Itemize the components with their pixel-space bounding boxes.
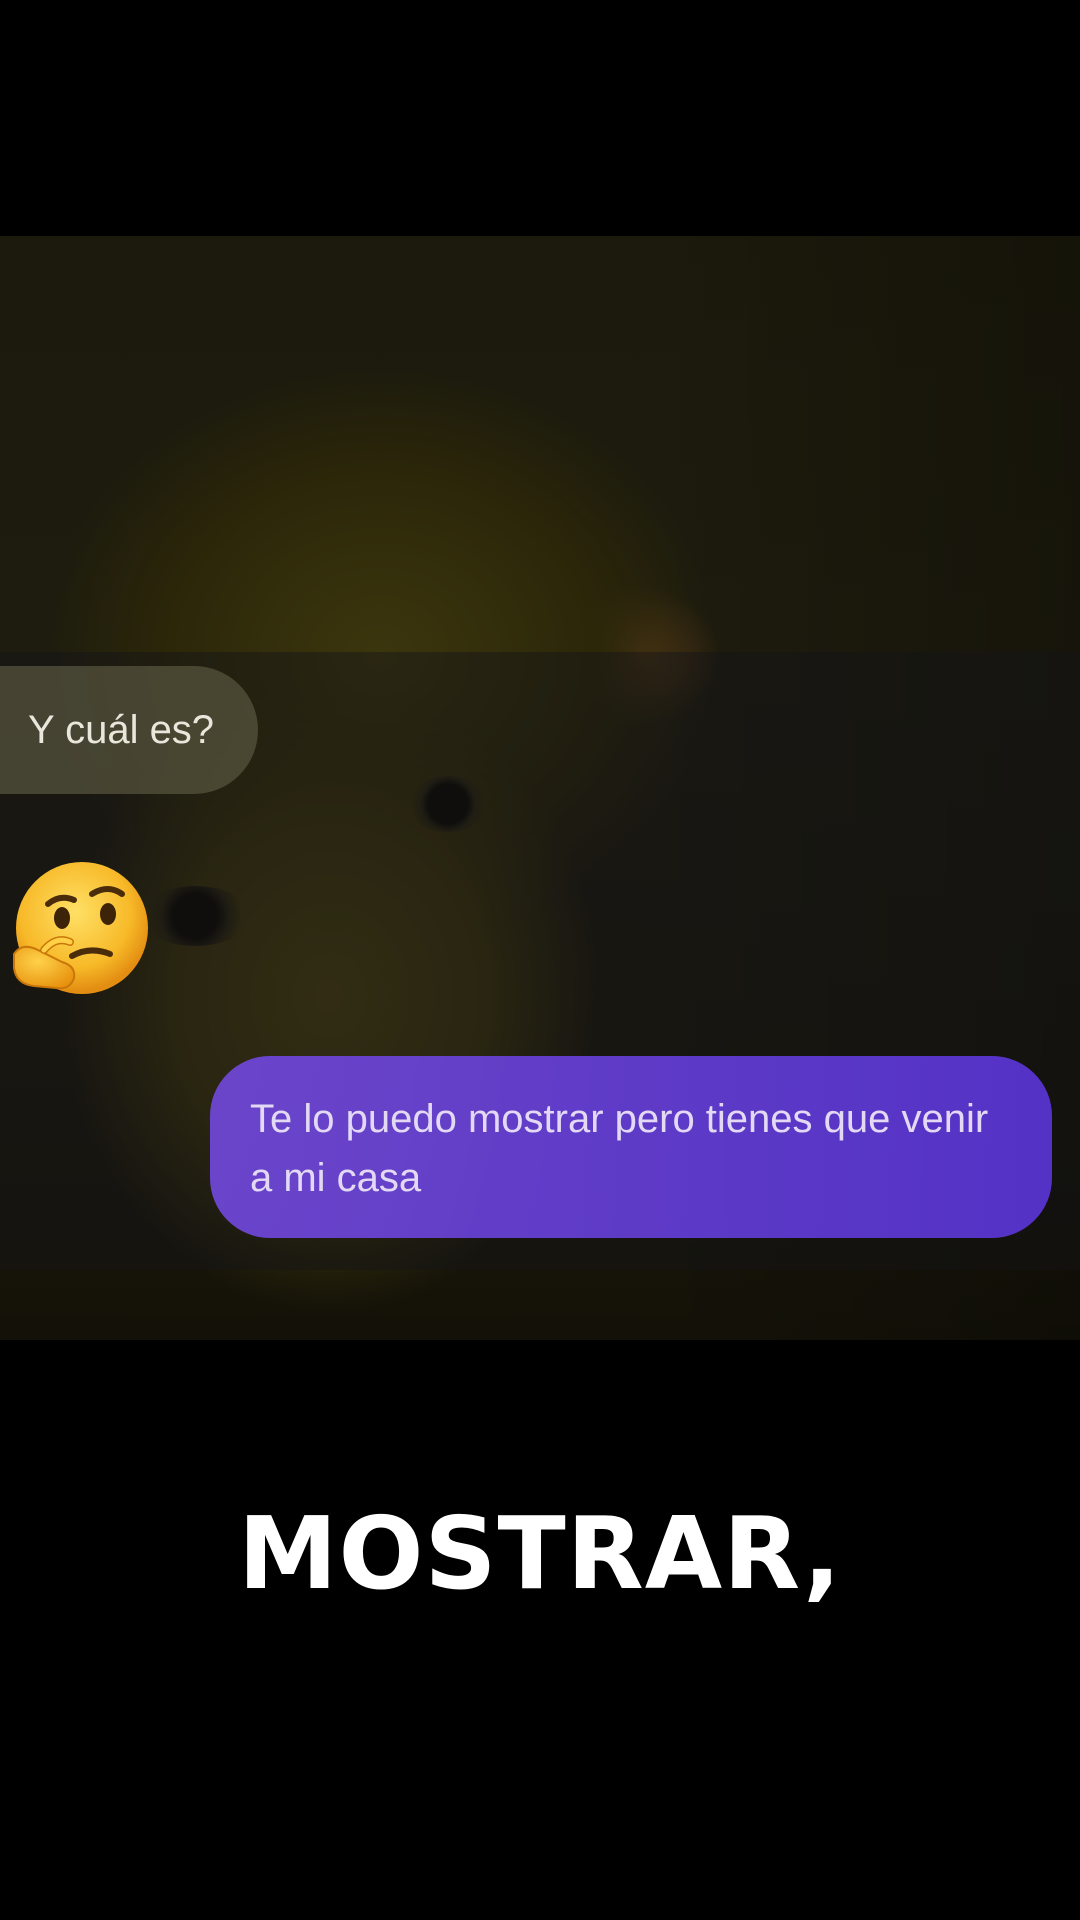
sent-message-bubble: Te lo puedo mostrar pero tienes que veni… (210, 1056, 1052, 1238)
received-message-text: Y cuál es? (28, 707, 215, 752)
video-caption: MOSTRAR, (238, 1495, 842, 1612)
thinking-face-icon (4, 858, 150, 1004)
received-message-bubble: Y cuál es? (0, 666, 259, 794)
sent-message-text: Te lo puedo mostrar pero tienes que veni… (250, 1097, 989, 1200)
